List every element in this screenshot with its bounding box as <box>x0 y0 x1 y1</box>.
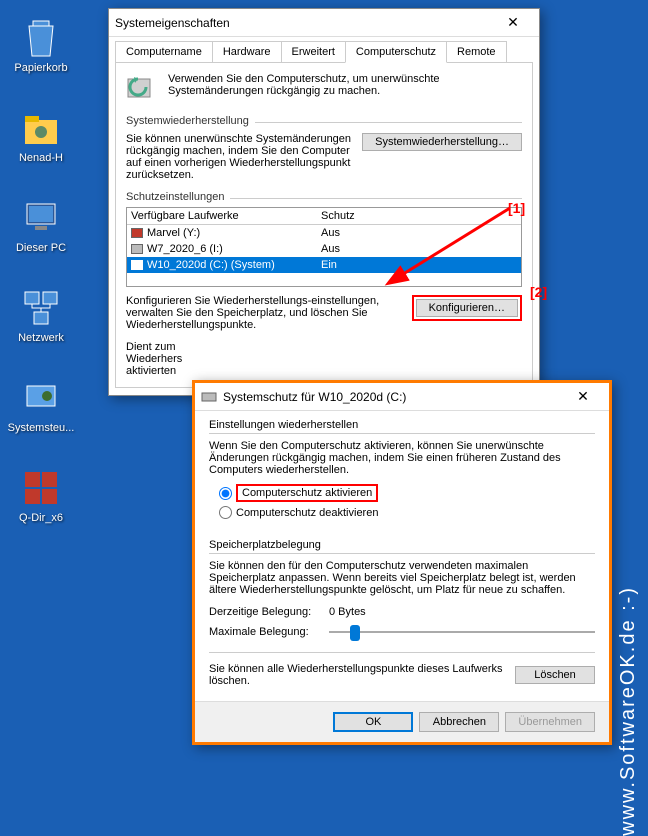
group-label: Speicherplatzbelegung <box>209 539 595 551</box>
drive-list[interactable]: Verfügbare Laufwerke Schutz Marvel (Y:) … <box>126 207 522 287</box>
system-protection-dialog: Systemschutz für W10_2020d (C:) ✕ Einste… <box>192 380 612 745</box>
drive-row[interactable]: Marvel (Y:) Aus <box>127 225 521 241</box>
radio-label: Computerschutz aktivieren <box>242 487 372 499</box>
desktop-icon-control[interactable]: Systemsteu... <box>6 378 76 434</box>
cancel-button[interactable]: Abbrechen <box>419 712 499 732</box>
create-text-partial: Dient zum Wiederhers aktivierten <box>126 341 522 377</box>
current-usage-label: Derzeitige Belegung: <box>209 606 319 618</box>
drive-row-selected[interactable]: W10_2020d (C:) (System) Ein <box>127 257 521 273</box>
max-usage-label: Maximale Belegung: <box>209 626 319 638</box>
drive-icon <box>131 244 143 254</box>
network-icon <box>21 288 61 328</box>
watermark-text: www.SoftwareOK.de :-) <box>617 586 640 836</box>
radio-activate-row[interactable]: Computerschutz aktivieren <box>219 484 595 502</box>
win2-titlebar[interactable]: Systemschutz für W10_2020d (C:) ✕ <box>195 383 609 411</box>
highlight-box: Computerschutz aktivieren <box>236 484 378 502</box>
desktop-label: Nenad-H <box>6 152 76 164</box>
recycle-bin-icon <box>21 18 61 58</box>
tab-hardware[interactable]: Hardware <box>212 41 282 63</box>
win1-tabs: Computername Hardware Erweitert Computer… <box>109 37 539 63</box>
system-restore-button[interactable]: Systemwiederherstellung… <box>362 133 522 151</box>
tab-computerschutz[interactable]: Computerschutz <box>345 41 447 63</box>
ok-button[interactable]: OK <box>333 712 413 732</box>
desktop-label: Systemsteu... <box>6 422 76 434</box>
desktop-icon-recycle[interactable]: Papierkorb <box>6 18 76 74</box>
close-icon[interactable]: ✕ <box>493 14 533 31</box>
system-properties-window: Systemeigenschaften ✕ Computername Hardw… <box>108 8 540 396</box>
group-protect: Schutzeinstellungen <box>126 191 522 203</box>
config-text: Konfigurieren Sie Wiederherstellungs-ein… <box>126 295 402 331</box>
desktop-label: Papierkorb <box>6 62 76 74</box>
desktop-label: Q-Dir_x6 <box>6 512 76 524</box>
restore-intro: Wenn Sie den Computerschutz aktivieren, … <box>209 440 595 476</box>
dialog-buttons: OK Abbrechen Übernehmen <box>195 701 609 742</box>
win1-titlebar[interactable]: Systemeigenschaften ✕ <box>109 9 539 37</box>
qdir-icon <box>21 468 61 508</box>
drive-icon <box>131 260 143 270</box>
tab-computername[interactable]: Computername <box>115 41 213 63</box>
current-usage-value: 0 Bytes <box>329 606 366 618</box>
drive-icon <box>131 228 143 238</box>
desktop-icon-network[interactable]: Netzwerk <box>6 288 76 344</box>
radio-deactivate[interactable] <box>219 506 232 519</box>
drive-list-header: Verfügbare Laufwerke Schutz <box>127 208 521 225</box>
group-label: Einstellungen wiederherstellen <box>209 419 595 431</box>
win2-title: Systemschutz für W10_2020d (C:) <box>223 390 563 404</box>
group-restore: Systemwiederherstellung <box>126 115 522 127</box>
this-pc-icon <box>21 198 61 238</box>
intro-text: Verwenden Sie den Computerschutz, um une… <box>168 73 522 105</box>
tab-remote[interactable]: Remote <box>446 41 507 63</box>
shield-restore-icon <box>126 73 158 105</box>
radio-activate[interactable] <box>219 487 232 500</box>
configure-button[interactable]: Konfigurieren… <box>416 299 518 317</box>
restore-settings-section: Einstellungen wiederherstellen Wenn Sie … <box>195 411 609 531</box>
restore-text: Sie können unerwünschte Systemänderungen… <box>126 133 352 181</box>
delete-button[interactable]: Löschen <box>515 666 595 684</box>
desktop-icon-user[interactable]: Nenad-H <box>6 108 76 164</box>
desktop-label: Dieser PC <box>6 242 76 254</box>
control-panel-icon <box>21 378 61 418</box>
annotation-2: [2] <box>530 284 547 300</box>
desktop-label: Netzwerk <box>6 332 76 344</box>
apply-button[interactable]: Übernehmen <box>505 712 595 732</box>
radio-deactivate-row[interactable]: Computerschutz deaktivieren <box>219 506 595 519</box>
highlight-box: Konfigurieren… <box>412 295 522 321</box>
win1-title: Systemeigenschaften <box>115 16 493 30</box>
tab-erweitert[interactable]: Erweitert <box>281 41 346 63</box>
user-folder-icon <box>21 108 61 148</box>
space-intro: Sie können den für den Computerschutz ve… <box>209 560 595 596</box>
desktop-icon-thispc[interactable]: Dieser PC <box>6 198 76 254</box>
max-usage-slider[interactable] <box>329 622 595 642</box>
delete-text: Sie können alle Wiederherstellungspunkte… <box>209 663 505 687</box>
desktop-icon-qdir[interactable]: Q-Dir_x6 <box>6 468 76 524</box>
win1-body: Verwenden Sie den Computerschutz, um une… <box>115 62 533 388</box>
drive-icon <box>201 389 217 405</box>
annotation-1: [1] <box>508 200 525 216</box>
close-icon[interactable]: ✕ <box>563 388 603 405</box>
radio-label: Computerschutz deaktivieren <box>236 507 378 519</box>
drive-row[interactable]: W7_2020_6 (I:) Aus <box>127 241 521 257</box>
space-section: Speicherplatzbelegung Sie können den für… <box>195 531 609 701</box>
